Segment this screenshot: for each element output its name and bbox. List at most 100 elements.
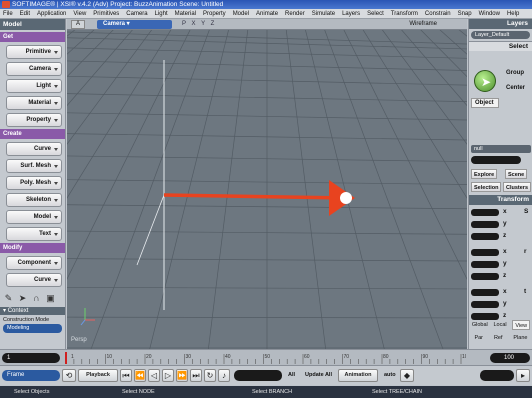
transform-value-8[interactable]: [471, 313, 499, 320]
transform-value-1[interactable]: [471, 221, 499, 228]
frame-rate-field[interactable]: [480, 370, 514, 381]
mode-ref[interactable]: Ref: [494, 333, 503, 343]
mode-local[interactable]: Local: [493, 320, 506, 330]
transform-kind-t[interactable]: t: [524, 288, 526, 295]
key-icon[interactable]: ◆: [400, 369, 414, 382]
menu-constrain[interactable]: Constrain: [425, 11, 451, 17]
menu-file[interactable]: File: [3, 11, 13, 17]
transform-value-2[interactable]: [471, 233, 499, 240]
playback-button[interactable]: Playback: [78, 369, 118, 382]
magnet-icon[interactable]: ∩: [31, 293, 42, 304]
transform-value-4[interactable]: [471, 261, 499, 268]
layers-header[interactable]: Layers: [469, 19, 532, 29]
scene-button[interactable]: Scene: [505, 169, 528, 179]
time-unit-select[interactable]: Frame: [2, 370, 60, 381]
get-light-button[interactable]: Light: [6, 79, 62, 93]
section-modify[interactable]: Modify: [0, 243, 65, 253]
paint-icon[interactable]: ✎: [3, 293, 14, 304]
select-tool-icon[interactable]: ➤: [17, 293, 28, 304]
section-get[interactable]: Get: [0, 32, 65, 42]
get-material-button[interactable]: Material: [6, 96, 62, 110]
timeline[interactable]: 1 1 10 20 30 40 50 60 70 80 90 100 100: [0, 349, 532, 365]
loop-icon[interactable]: ↻: [204, 369, 216, 382]
first-frame-icon[interactable]: ⏮: [120, 369, 132, 382]
section-create[interactable]: Create: [0, 129, 65, 139]
viewport-tools[interactable]: P X Y Z: [182, 19, 216, 30]
play-icon[interactable]: ▷: [162, 369, 174, 382]
menu-window[interactable]: Window: [479, 11, 500, 17]
viewport-a[interactable]: A Camera ▾ P X Y Z Wireframe Persp: [67, 19, 467, 349]
transform-value-6[interactable]: [471, 289, 499, 296]
menu-render[interactable]: Render: [285, 11, 305, 17]
next-key-icon[interactable]: ⏩: [176, 369, 188, 382]
auto-key-label[interactable]: auto: [384, 370, 396, 381]
mode-global[interactable]: Global: [472, 320, 488, 330]
audio-icon[interactable]: ♪: [218, 369, 230, 382]
last-frame-icon[interactable]: ⏭: [190, 369, 202, 382]
menu-light[interactable]: Light: [155, 11, 168, 17]
group-button[interactable]: Group: [506, 70, 524, 76]
menu-snap[interactable]: Snap: [458, 11, 472, 17]
context-header[interactable]: ▾ Context: [0, 307, 65, 315]
transform-value-7[interactable]: [471, 301, 499, 308]
menu-property[interactable]: Property: [203, 11, 226, 17]
viewport-letter[interactable]: A: [71, 20, 85, 29]
modify-curve-button[interactable]: Curve: [6, 273, 62, 287]
get-primitive-button[interactable]: Primitive: [6, 45, 62, 59]
start-frame-field[interactable]: 1: [2, 353, 60, 363]
menu-application[interactable]: Application: [37, 11, 66, 17]
select-header[interactable]: Select: [469, 41, 532, 51]
transform-header[interactable]: Transform: [469, 195, 532, 205]
menu-simulate[interactable]: Simulate: [312, 11, 335, 17]
selection-button[interactable]: Selection: [471, 182, 502, 192]
menu-camera[interactable]: Camera: [126, 11, 147, 17]
mode-view[interactable]: View: [512, 320, 531, 330]
menu-view[interactable]: View: [73, 11, 86, 17]
get-camera-button[interactable]: Camera: [6, 62, 62, 76]
refresh-icon[interactable]: ⟲: [62, 369, 76, 382]
create-curve-button[interactable]: Curve: [6, 142, 62, 156]
create-skeleton-button[interactable]: Skeleton: [6, 193, 62, 207]
selection-slider[interactable]: [471, 156, 521, 164]
get-property-button[interactable]: Property: [6, 113, 62, 127]
menu-edit[interactable]: Edit: [20, 11, 30, 17]
menu-material[interactable]: Material: [175, 11, 196, 17]
panel-header-model[interactable]: Model: [0, 19, 65, 30]
display-mode-dropdown[interactable]: Wireframe: [409, 19, 437, 30]
prev-key-icon[interactable]: ⏪: [134, 369, 146, 382]
update-all-label[interactable]: Update All: [305, 370, 332, 381]
explore-button[interactable]: Explore: [471, 169, 498, 179]
current-frame-field[interactable]: [234, 370, 282, 381]
camera-dropdown[interactable]: Camera ▾: [97, 20, 172, 29]
timeline-ruler[interactable]: 1 10 20 30 40 50 60 70 80 90 100: [64, 352, 466, 364]
mode-plane[interactable]: Plane: [513, 333, 527, 343]
menu-select[interactable]: Select: [367, 11, 384, 17]
selection-text-field[interactable]: null: [471, 145, 531, 153]
options-icon[interactable]: ▸: [516, 369, 530, 382]
menu-transform[interactable]: Transform: [391, 11, 418, 17]
menu-primitives[interactable]: Primitives: [93, 11, 119, 17]
transform-kind-s[interactable]: S: [524, 208, 528, 215]
animation-button[interactable]: Animation: [338, 369, 378, 382]
menu-help[interactable]: Help: [507, 11, 519, 17]
end-frame-field[interactable]: 100: [490, 353, 530, 363]
transform-kind-r[interactable]: r: [524, 248, 527, 255]
mode-par[interactable]: Par: [474, 333, 483, 343]
create-text-button[interactable]: Text: [6, 227, 62, 241]
playhead[interactable]: [65, 352, 67, 364]
modify-component-button[interactable]: Component: [6, 256, 62, 270]
prev-frame-icon[interactable]: ◁: [148, 369, 160, 382]
transform-value-3[interactable]: [471, 249, 499, 256]
menu-model[interactable]: Model: [233, 11, 249, 17]
clusters-button[interactable]: Clusters: [503, 182, 532, 192]
center-button[interactable]: Center: [506, 85, 525, 91]
transform-value-5[interactable]: [471, 273, 499, 280]
construction-mode-select[interactable]: Modeling: [3, 324, 62, 333]
create-model-button[interactable]: Model: [6, 210, 62, 224]
create-poly-mesh-button[interactable]: Poly. Mesh: [6, 176, 62, 190]
menu-layers[interactable]: Layers: [342, 11, 360, 17]
cube-icon[interactable]: ▣: [45, 293, 56, 304]
create-surf-mesh-button[interactable]: Surf. Mesh: [6, 159, 62, 173]
layer-field[interactable]: Layer_Default: [471, 31, 530, 39]
transform-value-0[interactable]: [471, 209, 499, 216]
